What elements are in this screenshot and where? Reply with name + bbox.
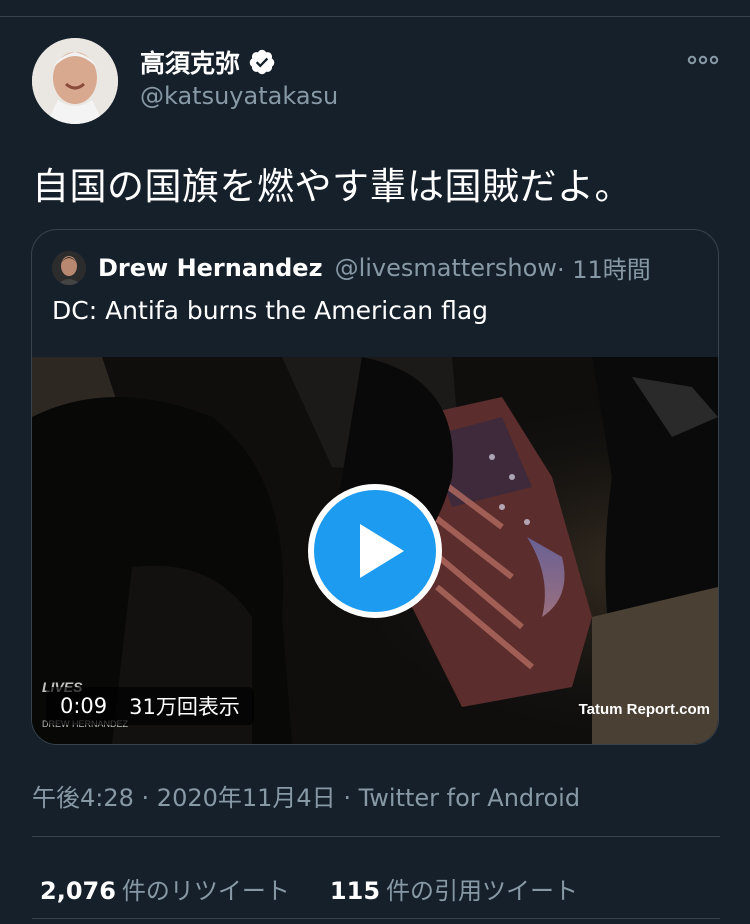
tweet-stats: 2,076 件のリツイート 115 件の引用ツイート (40, 871, 618, 906)
video-player[interactable]: LIVES DREW HERNANDEZ Tatum Report.com 0:… (32, 357, 718, 744)
bottom-divider (32, 918, 720, 919)
quoted-tweet-time: · 11時間 (556, 256, 651, 284)
tweet-source-link[interactable]: Twitter for Android (359, 784, 580, 812)
meta-separator: · (335, 784, 359, 812)
author-name[interactable]: 高須克弥 (140, 44, 240, 80)
video-duration: 0:09 (60, 694, 108, 718)
top-divider (0, 16, 750, 17)
more-options-icon[interactable] (686, 50, 720, 70)
quoted-author-name: Drew Hernandez (98, 253, 323, 282)
stats-divider (32, 836, 720, 837)
tweet-time[interactable]: 午後4:28 (32, 784, 134, 812)
quote-tweets-count: 115 (329, 877, 381, 905)
quote-tweets-stat[interactable]: 115 件の引用ツイート (330, 871, 578, 906)
quoted-tweet-card[interactable]: Drew Hernandez @livesmattershow · 11時間 D… (31, 229, 719, 745)
tweet-meta: 午後4:28 · 2020年11月4日 · Twitter for Androi… (32, 778, 580, 813)
verified-badge-icon (249, 49, 275, 75)
author-avatar[interactable] (32, 38, 118, 124)
play-icon[interactable] (308, 484, 442, 618)
retweets-stat[interactable]: 2,076 件のリツイート (40, 871, 290, 906)
retweets-label: 件のリツイート (121, 877, 290, 905)
author-handle[interactable]: @katsuyatakasu (140, 82, 338, 110)
video-view-count: 31万回表示 (129, 695, 240, 719)
quoted-author-handle: @livesmattershow (334, 253, 557, 282)
tweet-text: 自国の国旗を燃やす輩は国賊だよ。 (32, 165, 632, 208)
quoted-author-avatar[interactable] (52, 250, 86, 285)
video-watermark-right: Tatum Report.com (578, 701, 710, 718)
tweet-date[interactable]: 2020年11月4日 (157, 784, 336, 812)
retweets-count: 2,076 (40, 877, 116, 905)
quote-tweets-label: 件の引用ツイート (386, 877, 579, 905)
video-duration-badge: 0:09 31万回表示 (46, 687, 254, 725)
meta-separator: · (133, 784, 157, 812)
quoted-tweet-text: DC: Antifa burns the American flag (52, 296, 489, 325)
